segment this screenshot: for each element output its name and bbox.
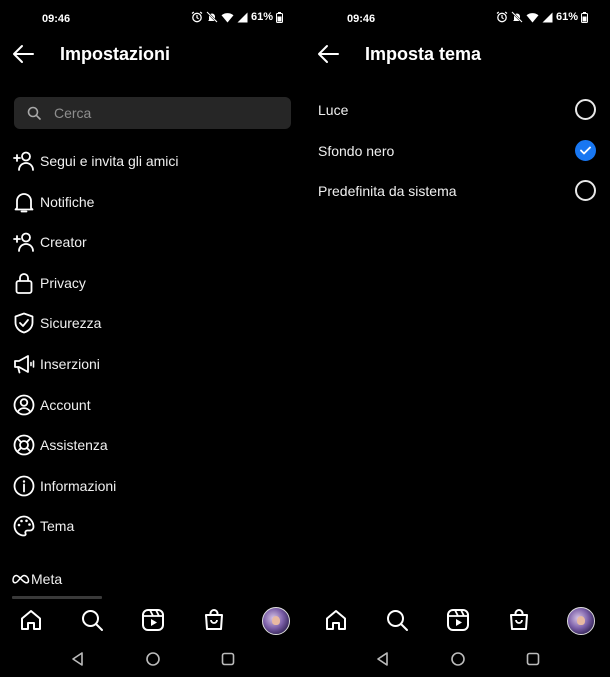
- menu-item-account[interactable]: Account: [0, 384, 305, 425]
- home-icon[interactable]: [324, 608, 348, 632]
- account-circle-icon: [13, 394, 35, 415]
- profile-avatar[interactable]: [567, 607, 595, 635]
- mute-notifications-icon: [511, 11, 523, 23]
- menu-label: Informazioni: [40, 477, 117, 494]
- palette-icon: [13, 515, 35, 537]
- back-arrow-icon[interactable]: [12, 44, 34, 64]
- menu-item-ads[interactable]: Inserzioni: [0, 343, 305, 384]
- option-label: Sfondo nero: [318, 143, 395, 159]
- bottom-tab-bar: [0, 600, 305, 640]
- header: Impostazioni: [0, 36, 305, 72]
- clipped-text: [12, 596, 102, 599]
- page-title: Impostazioni: [60, 44, 171, 64]
- settings-screen: 09:46 61% Impostazioni Segui e invita gl…: [0, 0, 305, 677]
- shield-icon: [14, 312, 34, 334]
- menu-label: Sicurezza: [40, 315, 102, 332]
- checkmark-icon: [580, 146, 591, 155]
- menu-item-help[interactable]: Assistenza: [0, 424, 305, 465]
- meta-infinity-icon: [12, 574, 30, 584]
- system-nav-bar: [305, 640, 610, 677]
- menu-label: Inserzioni: [40, 355, 100, 372]
- recents-square-icon[interactable]: [525, 651, 541, 667]
- reels-icon[interactable]: [141, 608, 165, 632]
- battery-percent: 61%: [250, 11, 273, 23]
- theme-option-system[interactable]: Predefinita da sistema: [305, 171, 610, 211]
- status-time: 09:46: [347, 13, 376, 25]
- menu-label: Creator: [40, 234, 87, 251]
- shop-icon[interactable]: [202, 608, 226, 632]
- home-icon[interactable]: [19, 608, 43, 632]
- radio-button-selected[interactable]: [575, 140, 596, 161]
- lock-icon: [15, 272, 33, 294]
- status-time: 09:46: [42, 13, 71, 25]
- signal-icon: [237, 12, 248, 22]
- battery-icon: [276, 11, 283, 23]
- theme-option-light[interactable]: Luce: [305, 90, 610, 130]
- menu-item-creator[interactable]: Creator: [0, 221, 305, 262]
- search-bar[interactable]: [14, 97, 291, 129]
- reels-icon[interactable]: [446, 608, 470, 632]
- menu-label: Assistenza: [40, 437, 108, 454]
- mute-notifications-icon: [206, 11, 218, 23]
- wifi-icon: [526, 12, 539, 22]
- home-circle-icon[interactable]: [145, 651, 161, 667]
- search-icon[interactable]: [80, 608, 104, 632]
- alarm-icon: [496, 11, 508, 23]
- menu-label: Tema: [40, 518, 75, 535]
- theme-screen: 09:46 61% Imposta tema Luce Sfondo nero: [305, 0, 610, 677]
- radio-button[interactable]: [575, 99, 596, 120]
- info-icon: [13, 475, 35, 497]
- menu-item-privacy[interactable]: Privacy: [0, 262, 305, 303]
- add-person-icon: [13, 151, 34, 171]
- lifebuoy-icon: [13, 434, 35, 456]
- menu-label: Notifiche: [40, 193, 95, 210]
- header: Imposta tema: [305, 36, 610, 72]
- alarm-icon: [191, 11, 203, 23]
- meta-logo: Meta: [12, 571, 62, 587]
- back-arrow-icon[interactable]: [317, 44, 339, 64]
- back-triangle-icon[interactable]: [375, 651, 391, 667]
- bottom-tab-bar: [305, 600, 610, 640]
- bell-icon: [14, 192, 34, 212]
- menu-label: Segui e invita gli amici: [40, 153, 179, 169]
- battery-icon: [581, 11, 588, 23]
- option-label: Predefinita da sistema: [318, 183, 457, 199]
- search-input[interactable]: [54, 97, 274, 129]
- back-triangle-icon[interactable]: [70, 651, 86, 667]
- menu-item-security[interactable]: Sicurezza: [0, 302, 305, 343]
- page-title: Imposta tema: [365, 44, 482, 64]
- menu-item-notifications[interactable]: Notifiche: [0, 181, 305, 222]
- megaphone-icon: [14, 355, 35, 374]
- search-icon: [27, 106, 41, 120]
- status-bar: 09:46 61%: [305, 0, 610, 38]
- signal-icon: [542, 12, 553, 22]
- menu-item-theme[interactable]: Tema: [0, 505, 305, 546]
- shop-icon[interactable]: [507, 608, 531, 632]
- add-person-icon: [13, 232, 34, 253]
- profile-avatar[interactable]: [262, 607, 290, 635]
- recents-square-icon[interactable]: [220, 651, 236, 667]
- search-icon[interactable]: [385, 608, 409, 632]
- menu-item-follow-invite[interactable]: Segui e invita gli amici: [0, 140, 305, 181]
- home-circle-icon[interactable]: [450, 651, 466, 667]
- radio-button[interactable]: [575, 180, 596, 201]
- menu-item-info[interactable]: Informazioni: [0, 465, 305, 506]
- theme-option-dark[interactable]: Sfondo nero: [305, 131, 610, 171]
- battery-percent: 61%: [555, 11, 578, 23]
- meta-label: Meta: [31, 571, 63, 587]
- menu-label: Account: [40, 396, 91, 413]
- settings-menu: Segui e invita gli amici Notifiche Creat…: [0, 140, 305, 546]
- system-nav-bar: [0, 640, 305, 677]
- wifi-icon: [221, 12, 234, 22]
- option-label: Luce: [318, 102, 349, 118]
- status-bar: 09:46 61%: [0, 0, 305, 38]
- menu-label: Privacy: [40, 274, 86, 291]
